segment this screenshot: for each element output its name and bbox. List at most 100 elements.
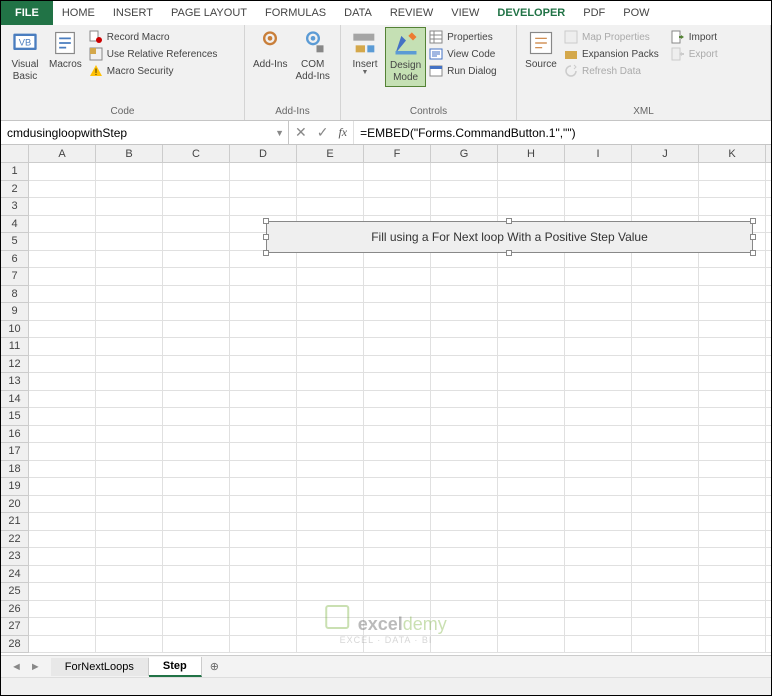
cell[interactable] — [565, 461, 632, 478]
cell[interactable] — [431, 566, 498, 583]
cell[interactable] — [632, 531, 699, 548]
cell[interactable] — [297, 513, 364, 530]
row-header-10[interactable]: 10 — [1, 321, 28, 339]
cell[interactable] — [699, 461, 766, 478]
cell[interactable] — [96, 636, 163, 653]
cell[interactable] — [364, 303, 431, 320]
cell[interactable] — [632, 286, 699, 303]
cancel-icon[interactable]: ✕ — [295, 124, 307, 141]
cell[interactable] — [632, 373, 699, 390]
file-tab[interactable]: FILE — [1, 1, 53, 25]
cell[interactable] — [498, 356, 565, 373]
col-header-K[interactable]: K — [699, 145, 766, 162]
cell[interactable] — [96, 373, 163, 390]
cell[interactable] — [431, 391, 498, 408]
cell[interactable] — [632, 181, 699, 198]
cell[interactable] — [96, 286, 163, 303]
cell[interactable] — [29, 443, 96, 460]
sheet-nav-next-icon[interactable]: ► — [30, 661, 41, 673]
cell[interactable] — [230, 548, 297, 565]
cell[interactable] — [431, 478, 498, 495]
cell[interactable] — [699, 286, 766, 303]
cell[interactable] — [699, 356, 766, 373]
expansion-packs-button[interactable]: Expansion Packs — [561, 46, 662, 62]
cell[interactable] — [364, 583, 431, 600]
cell[interactable] — [498, 531, 565, 548]
cell[interactable] — [297, 198, 364, 215]
cell[interactable] — [163, 513, 230, 530]
cell[interactable] — [29, 391, 96, 408]
cell[interactable] — [230, 373, 297, 390]
cell[interactable] — [230, 513, 297, 530]
cell[interactable] — [230, 566, 297, 583]
cell[interactable] — [632, 496, 699, 513]
cell[interactable] — [498, 601, 565, 618]
cell[interactable] — [96, 216, 163, 233]
row-header-22[interactable]: 22 — [1, 531, 28, 549]
cell[interactable] — [431, 163, 498, 180]
cell[interactable] — [96, 251, 163, 268]
run-dialog-button[interactable]: Run Dialog — [426, 63, 499, 79]
cell[interactable] — [297, 443, 364, 460]
cell[interactable] — [699, 513, 766, 530]
cell[interactable] — [431, 426, 498, 443]
cell[interactable] — [163, 373, 230, 390]
cell[interactable] — [29, 268, 96, 285]
cell[interactable] — [699, 163, 766, 180]
resize-handle-tm[interactable] — [506, 218, 512, 224]
cell[interactable] — [699, 548, 766, 565]
col-header-F[interactable]: F — [364, 145, 431, 162]
cell[interactable] — [699, 583, 766, 600]
cell[interactable] — [29, 531, 96, 548]
cell[interactable] — [163, 251, 230, 268]
import-button[interactable]: Import — [668, 29, 721, 45]
cell[interactable] — [498, 583, 565, 600]
cell[interactable] — [431, 198, 498, 215]
cell[interactable] — [364, 531, 431, 548]
cell[interactable] — [96, 496, 163, 513]
cell[interactable] — [431, 443, 498, 460]
row-header-11[interactable]: 11 — [1, 338, 28, 356]
cell[interactable] — [230, 583, 297, 600]
cell[interactable] — [230, 478, 297, 495]
row-header-8[interactable]: 8 — [1, 286, 28, 304]
fx-icon[interactable]: fx — [338, 125, 347, 140]
cell[interactable] — [230, 338, 297, 355]
cell[interactable] — [498, 636, 565, 653]
tab-home[interactable]: HOME — [53, 1, 104, 25]
row-header-13[interactable]: 13 — [1, 373, 28, 391]
cell[interactable] — [297, 391, 364, 408]
cell[interactable] — [29, 373, 96, 390]
cell[interactable] — [632, 618, 699, 635]
cell[interactable] — [163, 233, 230, 250]
source-button[interactable]: Source — [521, 27, 561, 73]
cell[interactable] — [96, 566, 163, 583]
cell[interactable] — [297, 496, 364, 513]
cell[interactable] — [498, 303, 565, 320]
cell[interactable] — [29, 408, 96, 425]
row-header-25[interactable]: 25 — [1, 583, 28, 601]
cell[interactable] — [498, 373, 565, 390]
col-header-D[interactable]: D — [230, 145, 297, 162]
cell[interactable] — [297, 373, 364, 390]
cell[interactable] — [230, 163, 297, 180]
cell[interactable] — [632, 478, 699, 495]
cell[interactable] — [699, 303, 766, 320]
cell[interactable] — [163, 181, 230, 198]
cell[interactable] — [96, 426, 163, 443]
cell[interactable] — [498, 566, 565, 583]
cell[interactable] — [498, 408, 565, 425]
design-mode-button[interactable]: Design Mode — [385, 27, 426, 87]
cell[interactable] — [29, 461, 96, 478]
row-header-2[interactable]: 2 — [1, 181, 28, 199]
cell[interactable] — [565, 181, 632, 198]
com-addins-button[interactable]: COM Add-Ins — [291, 27, 333, 85]
cell[interactable] — [364, 181, 431, 198]
cell[interactable] — [29, 163, 96, 180]
cell[interactable] — [565, 496, 632, 513]
cell[interactable] — [699, 566, 766, 583]
cell[interactable] — [364, 461, 431, 478]
cell[interactable] — [96, 268, 163, 285]
cell[interactable] — [565, 548, 632, 565]
row-header-9[interactable]: 9 — [1, 303, 28, 321]
